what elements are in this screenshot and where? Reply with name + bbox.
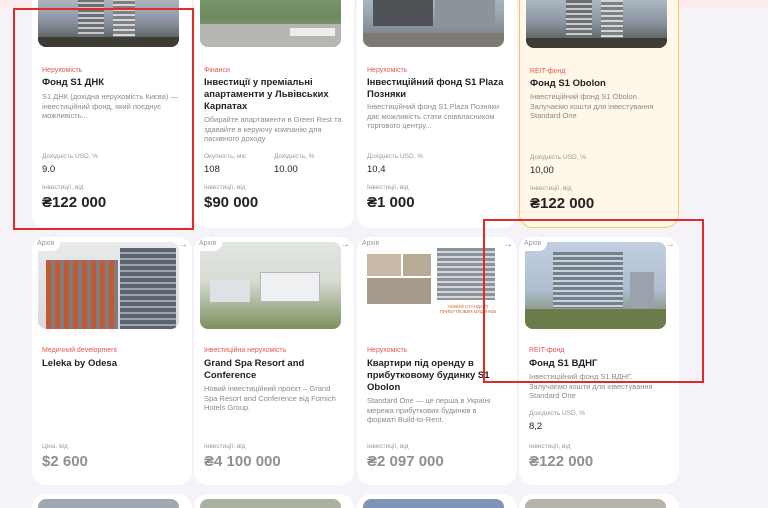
payback-label: Окупність, міс bbox=[204, 153, 247, 160]
yield-value: 10,00 bbox=[530, 165, 554, 176]
invest-label: Інвестиції, від bbox=[529, 443, 571, 450]
invest-label: Інвестиції, від bbox=[530, 185, 572, 192]
card-category: Інвестиційна нерухомість bbox=[204, 347, 287, 354]
invest-label: Інвестиції, від bbox=[367, 184, 409, 191]
archive-badge: Архів bbox=[194, 237, 223, 251]
invest-value: ₴1 000 bbox=[367, 194, 415, 211]
card-category: REIT-фонд bbox=[530, 68, 566, 75]
invest-value: ₴122 000 bbox=[530, 195, 595, 212]
invest-label: Інвестиції, від bbox=[367, 443, 409, 450]
card-title: Інвестиції у преміальні апартаменти у Ль… bbox=[204, 77, 329, 112]
yield-value: 10,4 bbox=[367, 164, 386, 175]
highlight-box-s1-vdng bbox=[483, 219, 704, 383]
card-description: Обирайте апартаменти в Green Rest та зда… bbox=[204, 115, 342, 143]
card-title: Фонд S1 Obolon bbox=[530, 78, 606, 89]
card-description: Інвестиційний фонд S1 Obolon. Залучаємо … bbox=[530, 92, 654, 120]
yield-value: 8,2 bbox=[529, 421, 543, 432]
card-title: Grand Spa Resort and Conference bbox=[204, 358, 305, 381]
card-description: Інвестиційний фонд S1 Plaza Позняки дає … bbox=[367, 102, 500, 130]
highlight-box-s1-dnk bbox=[13, 8, 194, 230]
card-image bbox=[363, 0, 504, 47]
card-grand-spa-resort[interactable]: Архів → Інвестиційна нерухомість Grand S… bbox=[194, 237, 354, 485]
card-category: Нерухомість bbox=[367, 347, 408, 354]
card-row3-4[interactable] bbox=[519, 494, 679, 508]
invest-value: ₴2 097 000 bbox=[367, 453, 444, 470]
card-image bbox=[526, 0, 667, 48]
card-image bbox=[200, 0, 341, 47]
card-description: Standard One — це перша в Україні мережа… bbox=[367, 396, 491, 424]
card-image bbox=[200, 499, 341, 508]
card-leleka-by-odesa[interactable]: Архів → Медичний development Leleka by O… bbox=[32, 237, 192, 485]
card-category: Фінанси bbox=[204, 67, 230, 74]
arrow-right-icon[interactable]: → bbox=[340, 239, 350, 250]
price-value: $2 600 bbox=[42, 453, 88, 470]
card-image bbox=[363, 499, 504, 508]
yield-label: Дохідність USD, % bbox=[529, 410, 586, 417]
card-image bbox=[525, 499, 666, 508]
invest-label: Інвестиції, від bbox=[204, 443, 246, 450]
yield-label: Дохідність, % bbox=[274, 153, 315, 160]
card-row3-2[interactable] bbox=[194, 494, 354, 508]
arrow-right-icon[interactable]: → bbox=[178, 239, 188, 250]
card-image bbox=[38, 242, 179, 329]
card-carpathians-apartments[interactable]: Фінанси Інвестиції у преміальні апартаме… bbox=[194, 0, 354, 228]
card-title: Інвестиційний фонд S1 Plaza Позняки bbox=[367, 77, 504, 100]
invest-value: ₴122 000 bbox=[529, 453, 594, 470]
card-row3-3[interactable] bbox=[357, 494, 517, 508]
invest-label: Інвестиції, від bbox=[204, 184, 246, 191]
card-title: Leleka by Odesa bbox=[42, 358, 117, 369]
card-image bbox=[38, 499, 179, 508]
card-row3-1[interactable] bbox=[32, 494, 192, 508]
invest-value: $90 000 bbox=[204, 194, 259, 211]
invest-value: ₴4 100 000 bbox=[204, 453, 281, 470]
card-description: Новий інвестиційний проєкт – Grand Spa R… bbox=[204, 384, 336, 412]
yield-value: 10.00 bbox=[274, 164, 298, 175]
card-category: Нерухомість bbox=[367, 67, 408, 74]
archive-badge: Архів bbox=[32, 237, 61, 251]
yield-label: Дохідність USD, % bbox=[530, 154, 587, 161]
card-fund-s1-obolon[interactable]: REIT-фонд Фонд S1 Obolon Інвестиційний ф… bbox=[519, 0, 679, 228]
price-label: Ціна, від bbox=[42, 443, 68, 450]
archive-badge: Архів bbox=[357, 237, 386, 251]
card-s1-plaza-pozniaky[interactable]: Нерухомість Інвестиційний фонд S1 Plaza … bbox=[357, 0, 517, 228]
yield-label: Дохідність USD, % bbox=[367, 153, 424, 160]
card-image bbox=[200, 242, 341, 329]
payback-value: 108 bbox=[204, 164, 220, 175]
card-category: Медичний development bbox=[42, 347, 118, 354]
